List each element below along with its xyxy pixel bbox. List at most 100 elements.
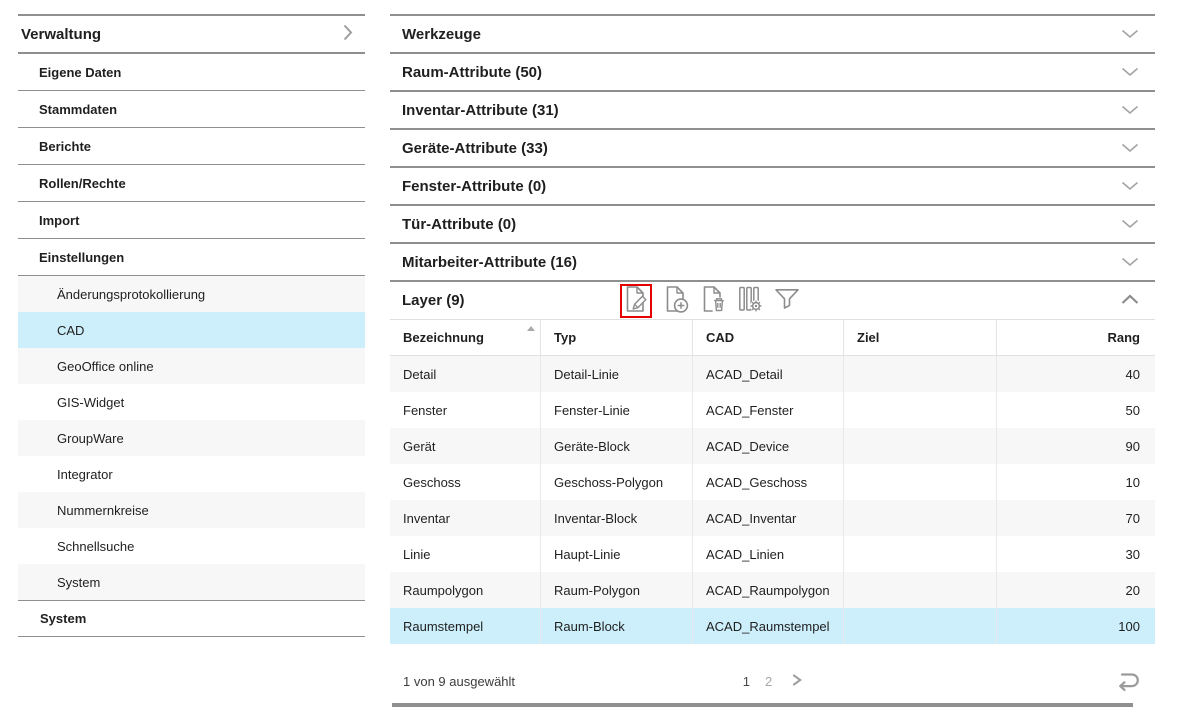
chevron-down-icon xyxy=(1121,102,1139,119)
section-mitarbeiter-attribute[interactable]: Mitarbeiter-Attribute (16) xyxy=(390,244,1155,282)
section-label: Inventar-Attribute (31) xyxy=(402,102,559,119)
table-cell: ACAD_Inventar xyxy=(693,500,844,536)
table-row[interactable]: InventarInventar-BlockACAD_Inventar 70 xyxy=(390,500,1155,536)
sidebar-subitem-gis-widget[interactable]: GIS-Widget xyxy=(18,384,365,420)
table-cell: Fenster xyxy=(390,392,541,428)
table-cell: Geschoss xyxy=(390,464,541,500)
selection-count: 1 von 9 ausgewählt xyxy=(403,674,515,689)
sidebar-subitem-cad[interactable]: CAD xyxy=(18,312,365,348)
table-cell: Linie xyxy=(390,536,541,572)
section-werkzeuge[interactable]: Werkzeuge xyxy=(390,16,1155,54)
table-cell xyxy=(844,572,997,608)
sidebar-item-import[interactable]: Import xyxy=(18,202,365,239)
sidebar-item-system-bottom[interactable]: System xyxy=(18,600,365,637)
table-cell: Detail-Linie xyxy=(541,356,693,392)
pagination: 12 xyxy=(743,662,802,700)
column-header-ziel[interactable]: Ziel xyxy=(844,320,997,355)
undo-button[interactable] xyxy=(1113,667,1145,696)
column-header-cad[interactable]: CAD xyxy=(693,320,844,355)
table-cell: Raumpolygon xyxy=(390,572,541,608)
table-row[interactable]: GerätGeräte-BlockACAD_Device 90 xyxy=(390,428,1155,464)
sidebar-item-einstellungen[interactable]: Einstellungen xyxy=(18,239,365,276)
filter-button[interactable] xyxy=(774,287,800,315)
layer-table-body: DetailDetail-LinieACAD_Detail40FensterFe… xyxy=(390,356,1155,644)
table-row[interactable]: RaumpolygonRaum-PolygonACAD_Raumpolygon2… xyxy=(390,572,1155,608)
table-cell xyxy=(844,464,997,500)
panel-bottom-edge xyxy=(392,703,1133,707)
section-fenster-attribute[interactable]: Fenster-Attribute (0) xyxy=(390,168,1155,206)
table-cell: Inventar-Block xyxy=(541,500,693,536)
chevron-down-icon xyxy=(1121,216,1139,233)
table-cell: 100 xyxy=(997,608,1155,644)
table-row[interactable]: RaumstempelRaum-BlockACAD_Raumstempel100 xyxy=(390,608,1155,644)
sidebar-header-verwaltung[interactable]: Verwaltung xyxy=(18,16,365,54)
table-cell: 50 xyxy=(997,392,1155,428)
chevron-right-icon xyxy=(343,24,353,45)
sidebar-subitem-schnellsuche[interactable]: Schnellsuche xyxy=(18,528,365,564)
table-cell xyxy=(844,428,997,464)
table-cell: 90 xyxy=(997,428,1155,464)
table-cell: Inventar xyxy=(390,500,541,536)
sidebar-title: Verwaltung xyxy=(21,26,101,43)
highlight-box xyxy=(620,284,652,318)
section-geraete-attribute[interactable]: Geräte-Attribute (33) xyxy=(390,130,1155,168)
settings-panel: Werkzeuge Raum-Attribute (50) Inventar-Att… xyxy=(390,14,1155,700)
sidebar-subitem-aenderungsprotokollierung[interactable]: Änderungsprotokollierung xyxy=(18,276,365,312)
table-cell: Haupt-Linie xyxy=(541,536,693,572)
delete-layer-button[interactable] xyxy=(700,287,726,315)
chevron-down-icon xyxy=(1121,178,1139,195)
column-header-rang[interactable]: Rang xyxy=(997,320,1155,355)
table-cell: Raum-Block xyxy=(541,608,693,644)
table-row[interactable]: LinieHaupt-LinieACAD_Linien 30 xyxy=(390,536,1155,572)
section-label: Raum-Attribute (50) xyxy=(402,64,542,81)
table-cell: ACAD_Device xyxy=(693,428,844,464)
add-layer-button[interactable] xyxy=(663,287,689,315)
chevron-down-icon xyxy=(1121,26,1139,43)
table-cell: Geschoss-Polygon xyxy=(541,464,693,500)
section-label: Werkzeuge xyxy=(402,26,481,43)
layer-toolbar xyxy=(620,282,800,320)
sidebar-item-rollen-rechte[interactable]: Rollen/Rechte xyxy=(18,165,365,202)
next-page-button[interactable] xyxy=(791,673,802,690)
chevron-down-icon xyxy=(1121,64,1139,81)
section-layer[interactable]: Layer (9) xyxy=(390,282,1155,320)
sidebar-item-eigene-daten[interactable]: Eigene Daten xyxy=(18,54,365,91)
sidebar-item-berichte[interactable]: Berichte xyxy=(18,128,365,165)
table-cell xyxy=(844,500,997,536)
table-cell xyxy=(844,608,997,644)
section-label: Mitarbeiter-Attribute (16) xyxy=(402,254,577,271)
table-cell: Gerät xyxy=(390,428,541,464)
table-cell: ACAD_Geschoss xyxy=(693,464,844,500)
table-cell: Fenster-Linie xyxy=(541,392,693,428)
table-row[interactable]: FensterFenster-LinieACAD_Fenster50 xyxy=(390,392,1155,428)
column-header-bezeichnung[interactable]: Bezeichnung xyxy=(390,320,541,355)
section-raum-attribute[interactable]: Raum-Attribute (50) xyxy=(390,54,1155,92)
table-row[interactable]: DetailDetail-LinieACAD_Detail40 xyxy=(390,356,1155,392)
layer-table-header: BezeichnungTypCADZielRang xyxy=(390,320,1155,356)
accordion-sections: Werkzeuge Raum-Attribute (50) Inventar-Att… xyxy=(390,16,1155,282)
sidebar-subitem-geooffice-online[interactable]: GeoOffice online xyxy=(18,348,365,384)
section-tuer-attribute[interactable]: Tür-Attribute (0) xyxy=(390,206,1155,244)
page-1-current[interactable]: 1 xyxy=(743,674,750,689)
table-cell: ACAD_Linien xyxy=(693,536,844,572)
sidebar-subitem-integrator[interactable]: Integrator xyxy=(18,456,365,492)
table-row[interactable]: GeschossGeschoss-PolygonACAD_Geschoss10 xyxy=(390,464,1155,500)
sidebar-subitem-nummernkreise[interactable]: Nummernkreise xyxy=(18,492,365,528)
column-settings-button[interactable] xyxy=(737,287,763,315)
layer-section-title: Layer (9) xyxy=(402,292,465,309)
sidebar-subitem-groupware[interactable]: GroupWare xyxy=(18,420,365,456)
edit-layer-button[interactable] xyxy=(623,287,649,315)
table-cell: 30 xyxy=(997,536,1155,572)
chevron-down-icon xyxy=(1121,140,1139,157)
table-cell xyxy=(844,392,997,428)
page-2[interactable]: 2 xyxy=(765,674,772,689)
table-cell: Raum-Polygon xyxy=(541,572,693,608)
column-header-typ[interactable]: Typ xyxy=(541,320,693,355)
section-inventar-attribute[interactable]: Inventar-Attribute (31) xyxy=(390,92,1155,130)
table-cell: Geräte-Block xyxy=(541,428,693,464)
section-label: Fenster-Attribute (0) xyxy=(402,178,546,195)
sidebar-subitem-system[interactable]: System xyxy=(18,564,365,600)
table-cell: 70 xyxy=(997,500,1155,536)
sidebar-item-stammdaten[interactable]: Stammdaten xyxy=(18,91,365,128)
table-cell: 20 xyxy=(997,572,1155,608)
